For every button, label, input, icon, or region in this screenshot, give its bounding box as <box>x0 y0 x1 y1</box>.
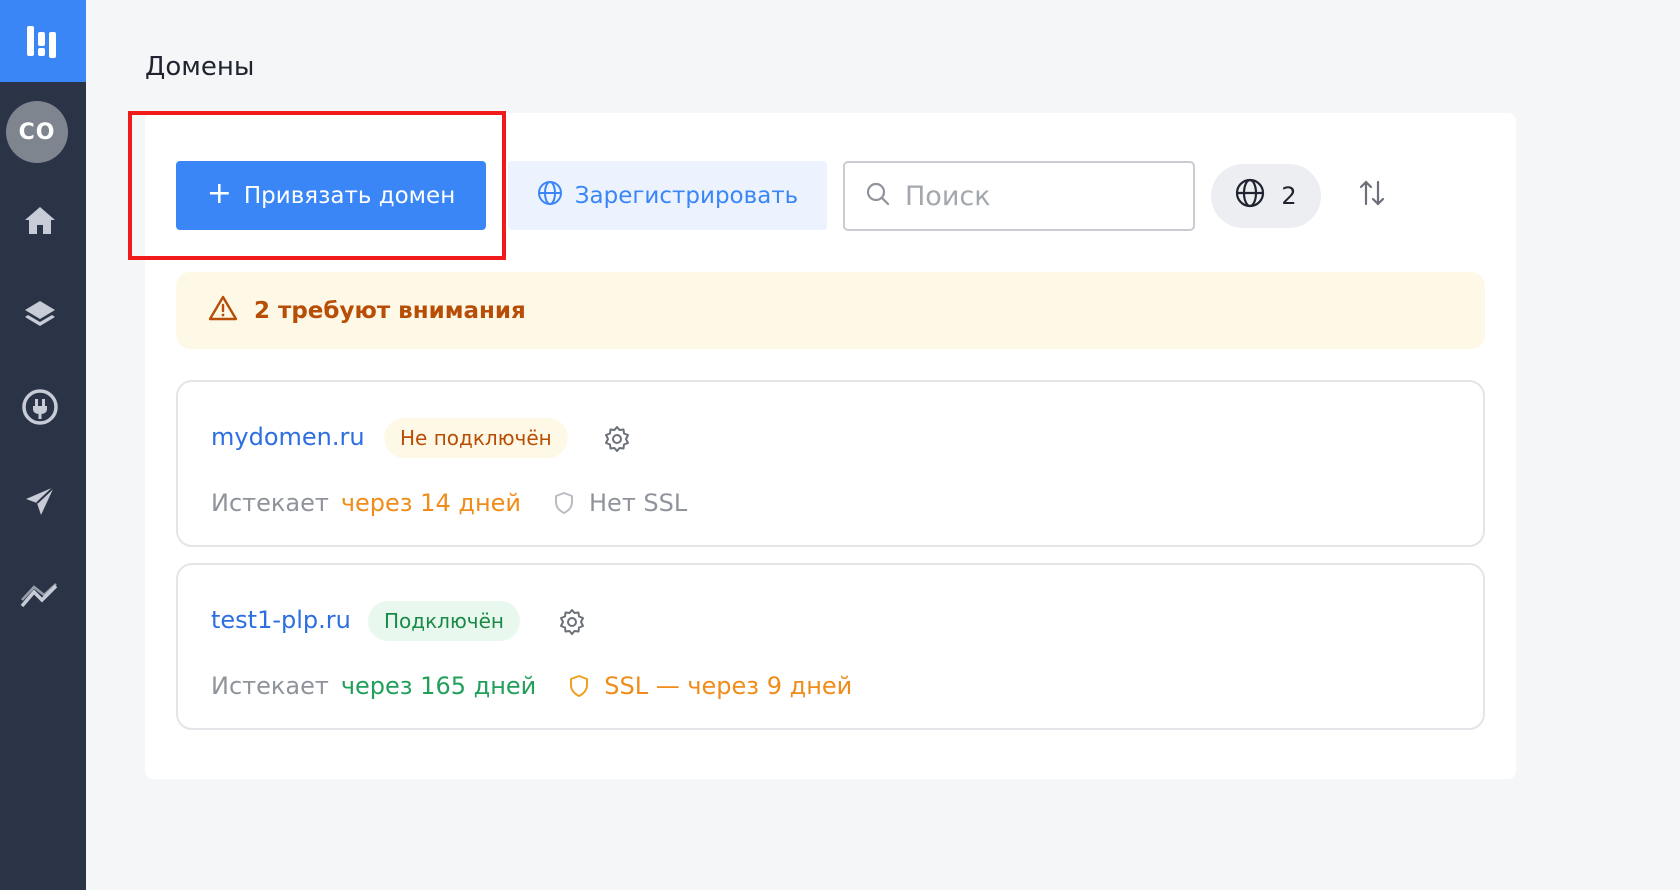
register-domain-label: Зарегистрировать <box>574 182 799 209</box>
avatar[interactable]: CO <box>6 101 68 163</box>
highlight-box <box>128 111 506 260</box>
page-title: Домены <box>145 52 255 82</box>
analytics-icon[interactable] <box>0 565 80 625</box>
domain-link[interactable]: mydomen.ru <box>211 423 365 451</box>
search-input[interactable] <box>905 180 1175 212</box>
search-field[interactable] <box>843 161 1195 231</box>
sort-button[interactable] <box>1354 177 1390 213</box>
send-icon[interactable] <box>0 471 80 531</box>
gear-icon[interactable] <box>602 424 632 454</box>
warning-icon <box>208 294 238 328</box>
logo-icon[interactable] <box>0 0 86 82</box>
shield-icon <box>553 491 575 515</box>
domain-card: test1-plp.ru Подключён Истекает через 16… <box>176 563 1485 730</box>
expires-value: через 165 дней <box>340 672 537 700</box>
domain-card: mydomen.ru Не подключён Истекает через 1… <box>176 380 1485 547</box>
ssl-status: Нет SSL <box>589 489 688 517</box>
domain-meta: Истекает через 14 дней Нет SSL <box>211 489 687 517</box>
domain-link[interactable]: test1-plp.ru <box>211 606 351 634</box>
attention-alert[interactable]: 2 требуют внимания <box>176 272 1485 349</box>
ssl-status: SSL — через 9 дней <box>604 672 853 700</box>
status-badge: Подключён <box>368 601 520 641</box>
globe-icon <box>537 180 563 212</box>
domain-meta: Истекает через 165 дней SSL — через 9 дн… <box>211 672 852 700</box>
expires-label: Истекает <box>211 672 329 700</box>
status-badge: Не подключён <box>384 418 568 458</box>
plug-icon[interactable] <box>0 377 80 437</box>
search-icon <box>865 181 891 211</box>
register-domain-button[interactable]: Зарегистрировать <box>508 161 827 230</box>
domain-count-filter[interactable]: 2 <box>1211 164 1321 228</box>
sort-icon <box>1357 178 1387 212</box>
sidebar: CO <box>0 0 86 890</box>
globe-icon <box>1235 178 1265 214</box>
shield-icon <box>568 674 590 698</box>
expires-label: Истекает <box>211 489 329 517</box>
layers-icon[interactable] <box>0 284 80 344</box>
alert-text: 2 требуют внимания <box>254 297 526 324</box>
domain-count: 2 <box>1281 182 1297 210</box>
expires-value: через 14 дней <box>340 489 521 517</box>
home-icon[interactable] <box>0 190 80 250</box>
gear-icon[interactable] <box>557 607 587 637</box>
